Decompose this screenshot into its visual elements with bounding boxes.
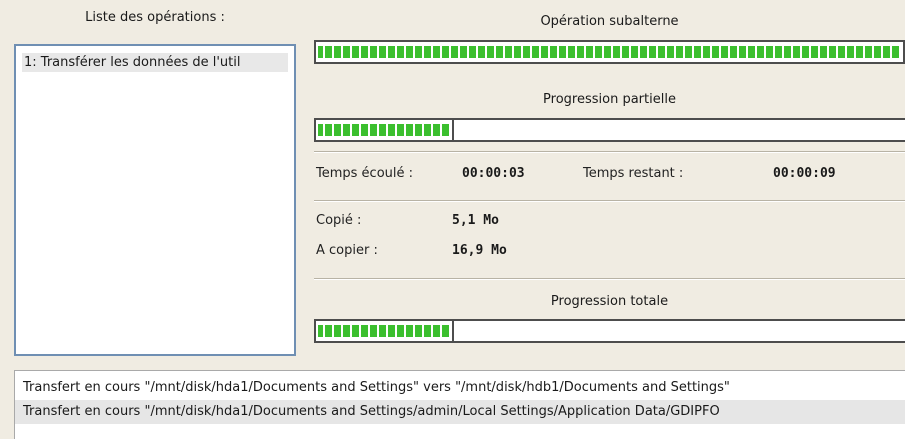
partial-progress-title: Progression partielle [543, 92, 676, 107]
elapsed-time-label: Temps écoulé : [316, 166, 414, 181]
total-progress-fill [316, 321, 455, 341]
operations-list[interactable]: 1: Transférer les données de l'util [14, 44, 296, 356]
total-progress-bar [314, 319, 905, 343]
divider [314, 200, 905, 202]
copied-label: Copié : [316, 213, 362, 228]
remaining-time-value: 00:00:09 [773, 166, 836, 181]
partial-progress-fill [316, 120, 455, 140]
sub-operation-title: Opération subalterne [540, 14, 679, 29]
total-progress-title: Progression totale [550, 294, 669, 309]
log-line[interactable]: Transfert en cours "/mnt/disk/hda1/Docum… [15, 376, 905, 400]
partial-progress-bar [314, 118, 905, 142]
sub-operation-progress-fill [316, 42, 905, 62]
divider [314, 151, 905, 153]
transfer-log[interactable]: Transfert en cours "/mnt/disk/hda1/Docum… [14, 370, 905, 439]
elapsed-time-value: 00:00:03 [462, 166, 525, 181]
operation-item[interactable]: 1: Transférer les données de l'util [22, 53, 288, 72]
divider [314, 278, 905, 280]
copied-value: 5,1 Mo [452, 213, 499, 228]
operations-list-title: Liste des opérations : [85, 10, 225, 25]
remaining-time-label: Temps restant : [583, 166, 684, 181]
sub-operation-progress-bar [314, 40, 905, 64]
to-copy-label: A copier : [316, 243, 378, 258]
to-copy-value: 16,9 Mo [452, 243, 507, 258]
log-line-selected[interactable]: Transfert en cours "/mnt/disk/hda1/Docum… [15, 400, 905, 424]
